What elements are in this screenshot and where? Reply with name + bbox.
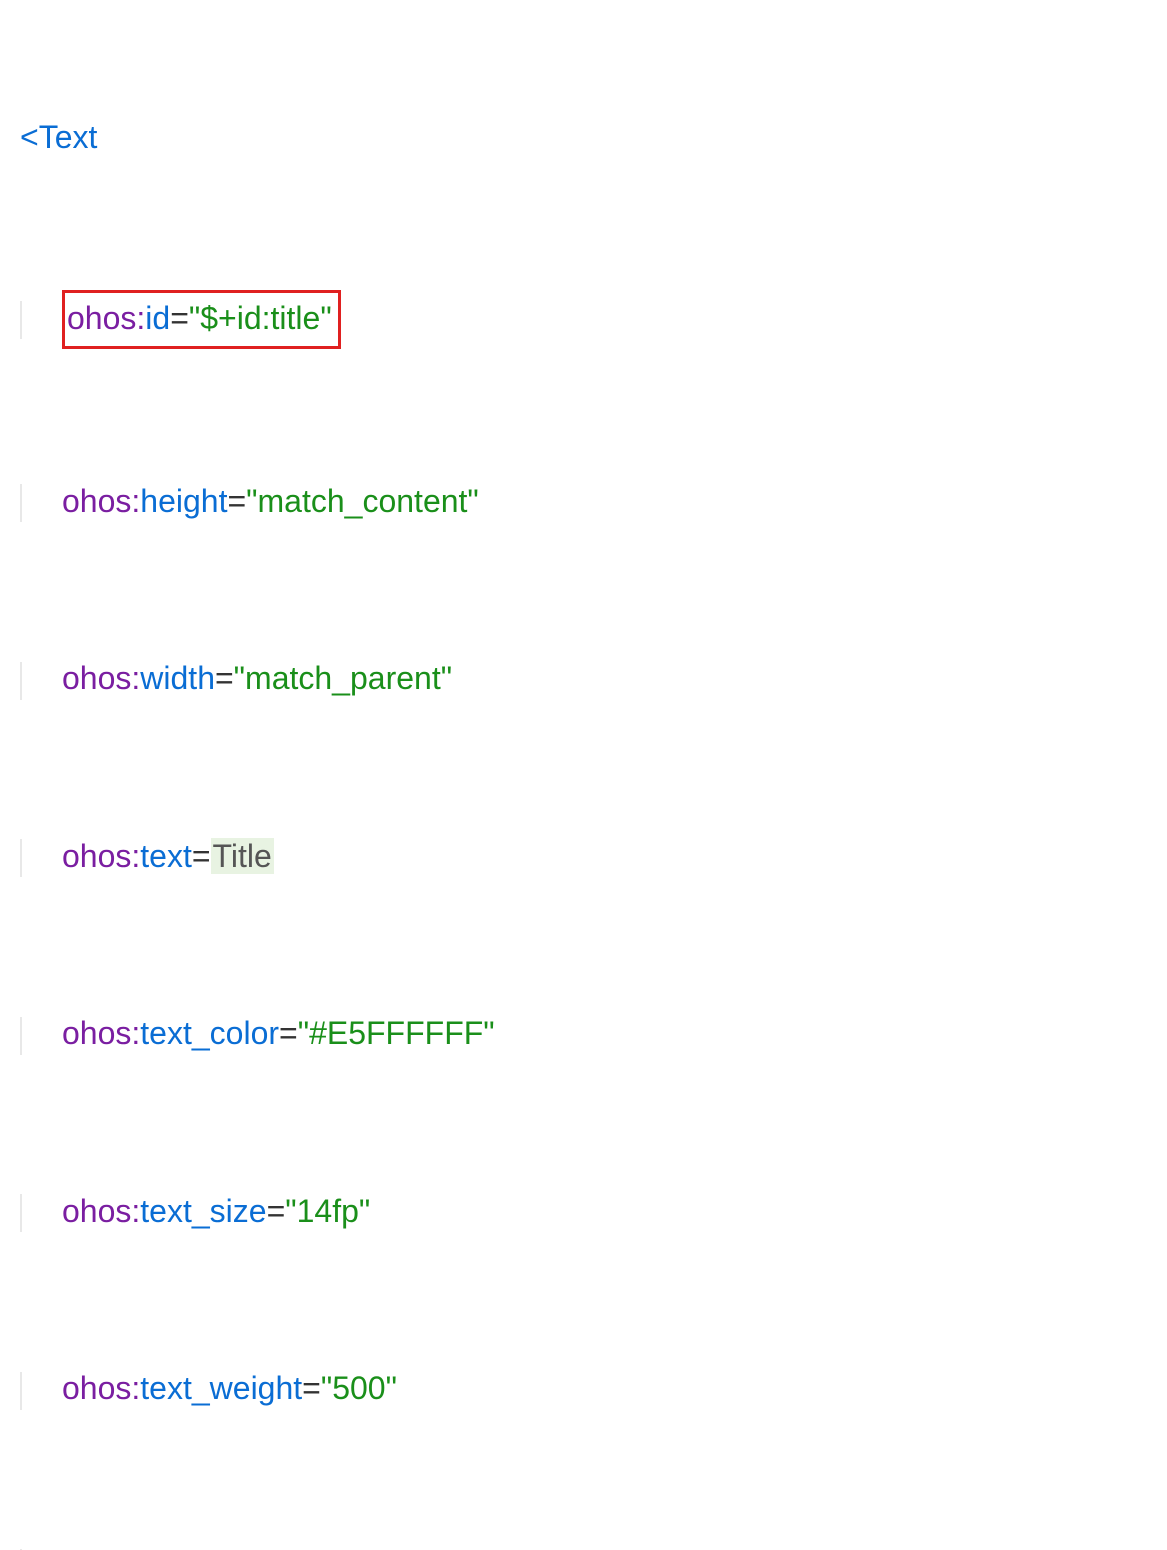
attr-value: "match_parent" <box>234 660 452 696</box>
tag-close: /> <box>632 1548 660 1550</box>
attr-equals: = <box>215 660 234 696</box>
code-line: ohos:width="match_parent" <box>20 653 1147 704</box>
attr-namespace: ohos: <box>67 300 145 336</box>
attr-equals: = <box>267 1193 286 1229</box>
attr-value: "match_content" <box>246 483 479 519</box>
attr-namespace: ohos: <box>62 1548 140 1550</box>
attr-namespace: ohos: <box>62 1193 140 1229</box>
code-line: ohos:text_size="14fp" <box>20 1186 1147 1237</box>
attr-value: "$+id:title" <box>189 300 332 336</box>
attr-name: truncation_mode <box>140 1548 378 1550</box>
code-line: ohos:truncation_mode="ellipsis_at_end"/> <box>20 1541 1147 1550</box>
code-line: <Text <box>20 112 1147 163</box>
attr-namespace: ohos: <box>62 1015 140 1051</box>
attr-equals: = <box>279 1015 298 1051</box>
attr-name: id <box>145 300 170 336</box>
attr-name: height <box>140 483 227 519</box>
attr-value: "#E5FFFFFF" <box>298 1015 495 1051</box>
code-line: ohos:height="match_content" <box>20 476 1147 527</box>
attr-namespace: ohos: <box>62 660 140 696</box>
attr-name: text <box>140 838 192 874</box>
attr-name: width <box>140 660 215 696</box>
attr-name: text_weight <box>140 1370 302 1406</box>
attr-equals: = <box>192 838 211 874</box>
code-line: ohos:text_weight="500" <box>20 1363 1147 1414</box>
attr-equals: = <box>302 1370 321 1406</box>
attr-namespace: ohos: <box>62 1370 140 1406</box>
attr-name: text_size <box>140 1193 266 1229</box>
attr-equals: = <box>170 300 189 336</box>
attr-equals: = <box>379 1548 398 1550</box>
attr-value: "14fp" <box>285 1193 370 1229</box>
attr-plain-value: Title <box>211 838 274 874</box>
attr-name: text_color <box>140 1015 279 1051</box>
attr-value: "500" <box>321 1370 397 1406</box>
open-bracket: < <box>20 119 39 155</box>
attr-namespace: ohos: <box>62 838 140 874</box>
code-line: ohos:text_color="#E5FFFFFF" <box>20 1008 1147 1059</box>
code-block: <Text ohos:id="$+id:title" ohos:height="… <box>0 0 1167 1550</box>
code-line: ohos:id="$+id:title" <box>20 290 1147 349</box>
highlight-box: ohos:id="$+id:title" <box>62 290 341 349</box>
attr-namespace: ohos: <box>62 483 140 519</box>
code-line: ohos:text=Title <box>20 831 1147 882</box>
tag-name: Text <box>39 119 98 155</box>
attr-equals: = <box>227 483 246 519</box>
attr-value: "ellipsis_at_end" <box>397 1548 631 1550</box>
